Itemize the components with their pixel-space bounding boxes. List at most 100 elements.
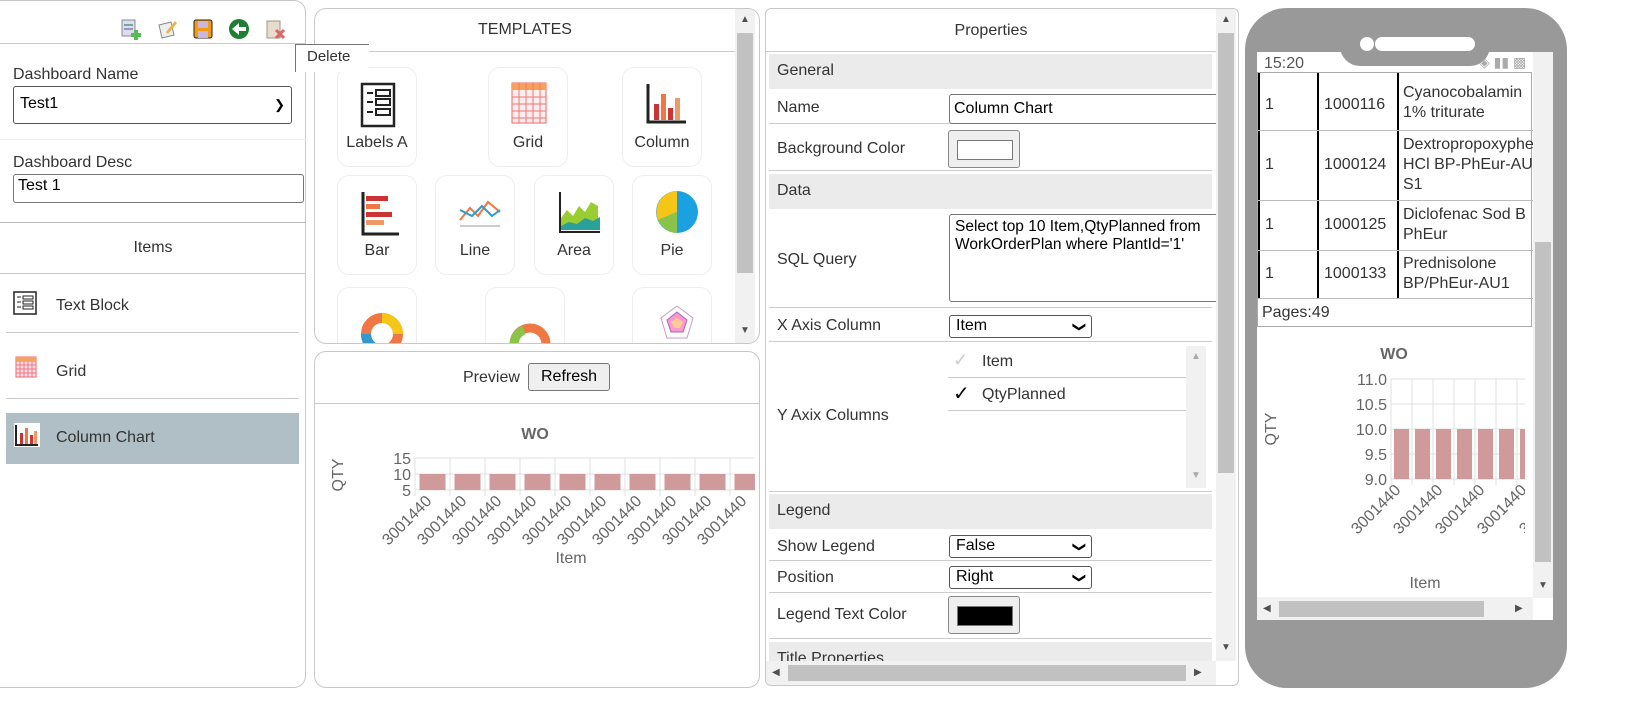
bar — [1436, 429, 1451, 479]
templates-scrollbar[interactable]: ▲ ▼ — [735, 9, 755, 343]
properties-hscrollbar[interactable]: ◀ ▶ — [766, 661, 1216, 685]
y-tick-label: 15 — [393, 451, 411, 468]
x-axis-select[interactable]: Item ❯ — [949, 315, 1092, 338]
phone-chart: WO11.010.510.09.59.030014403001440300144… — [1263, 346, 1525, 592]
grid-icon — [15, 356, 37, 378]
template-radar[interactable] — [632, 287, 712, 343]
bar — [1520, 429, 1525, 479]
y-tick-label: 10 — [393, 467, 411, 484]
dashboard-desc-input[interactable]: Test 1 — [13, 174, 304, 203]
y-tick-label: 9.0 — [1365, 472, 1387, 489]
dashboard-name-select[interactable]: Test1 ❯ — [13, 86, 292, 124]
bar — [1394, 429, 1409, 479]
phone-speaker — [1375, 37, 1475, 51]
bar — [419, 474, 446, 490]
bar — [594, 474, 621, 490]
y-tick-label: 10.5 — [1356, 397, 1387, 414]
grid-row: 1 1000133 Prednisolone BP/PhEur-AU1 — [1258, 251, 1533, 299]
legend-text-color-picker[interactable] — [948, 596, 1020, 634]
y-option-item[interactable]: ✓ Item — [948, 346, 1188, 378]
dashboard-desc-label: Dashboard Desc — [13, 154, 133, 171]
chart-title: WO — [521, 426, 549, 443]
bar — [734, 474, 755, 490]
section-data: Data — [769, 174, 1212, 209]
template-line[interactable]: Line — [435, 175, 515, 275]
preview-chart: WO15105300144030014403001440300144030014… — [330, 426, 755, 567]
x-axis-label: Item — [1409, 575, 1440, 592]
chevron-down-icon: ❯ — [1072, 321, 1088, 333]
properties-vscrollbar[interactable]: ▲ ▼ — [1216, 9, 1236, 661]
column-chart-icon — [646, 84, 686, 124]
phone-hscrollbar[interactable]: ◀ ▶ — [1257, 597, 1533, 620]
y-tick-label: 10.0 — [1356, 422, 1387, 439]
dashboard-name-label: Dashboard Name — [13, 66, 139, 83]
bar — [559, 474, 586, 490]
template-bar[interactable]: Bar — [337, 175, 417, 275]
bar — [664, 474, 691, 490]
show-legend-select[interactable]: False ❯ — [949, 535, 1092, 558]
edit-icon[interactable] — [156, 18, 178, 40]
labels-icon — [360, 82, 396, 128]
template-labels-a[interactable]: Labels A — [337, 67, 417, 167]
chevron-down-icon: ❯ — [1072, 541, 1088, 553]
chevron-down-icon: ❯ — [274, 97, 285, 112]
bar — [1499, 429, 1514, 479]
bar — [524, 474, 551, 490]
template-area[interactable]: Area — [534, 175, 614, 275]
item-grid[interactable]: Grid — [6, 346, 299, 396]
template-pie[interactable]: Pie — [632, 175, 712, 275]
bar — [1478, 429, 1493, 479]
template-donut[interactable] — [337, 287, 417, 343]
grid-row: 1 1000124 Dextropropoxyphe HCl BP-PhEur-AU… — [1258, 131, 1534, 201]
item-column-chart[interactable]: Column Chart — [6, 413, 299, 464]
legend-position-select[interactable]: Right ❯ — [949, 566, 1092, 589]
properties-panel: Properties General Name Column Chart Bac… — [765, 8, 1239, 686]
bar — [1415, 429, 1430, 479]
items-title: Items — [133, 239, 173, 256]
sql-query-textarea[interactable]: Select top 10 Item,QtyPlanned from WorkO… — [949, 214, 1229, 302]
delete-icon[interactable] — [264, 18, 286, 40]
y-axis-label: QTY — [1263, 412, 1280, 445]
template-column[interactable]: Column — [622, 67, 702, 167]
phone-grid: 1 1000116 Cyanocobalamin 1% triturate 1 100… — [1257, 72, 1534, 327]
item-label: Grid — [56, 363, 87, 380]
bar — [454, 474, 481, 490]
properties-title: Properties — [954, 22, 1028, 39]
color-swatch — [957, 140, 1013, 160]
grid-row: 1 1000116 Cyanocobalamin 1% triturate — [1258, 81, 1533, 131]
pages-count: Pages:49 — [1262, 304, 1330, 321]
y-columns-scrollbar[interactable]: ▲ ▼ — [1186, 346, 1206, 488]
y-option-qtyplanned[interactable]: ✓ QtyPlanned — [948, 379, 1188, 411]
column-chart-icon — [14, 423, 40, 447]
line-chart-icon — [459, 200, 501, 227]
bar — [489, 474, 516, 490]
text-block-icon — [13, 291, 37, 315]
background-color-picker[interactable] — [948, 130, 1020, 168]
y-tick-label: 11.0 — [1357, 372, 1387, 389]
back-icon[interactable] — [228, 18, 250, 40]
refresh-button[interactable]: Refresh — [528, 363, 610, 391]
templates-title: TEMPLATES — [478, 21, 572, 38]
template-grid[interactable]: Grid — [488, 67, 568, 167]
y-axis-columns-list: ✓ Item ✓ QtyPlanned ▲ ▼ — [948, 346, 1206, 491]
grid-icon — [511, 82, 547, 124]
template-gauge[interactable] — [485, 287, 565, 343]
bar — [629, 474, 656, 490]
item-label: Text Block — [56, 297, 129, 314]
phone-time: 15:20 — [1264, 55, 1305, 72]
phone-screen: 15:20 ◈ ▮▮ ▩ 1 1000116 Cyanocobalamin 1% t… — [1257, 52, 1553, 620]
phone-vscrollbar[interactable]: ▼ — [1533, 52, 1553, 598]
save-icon[interactable] — [192, 18, 214, 40]
templates-panel: TEMPLATES Labels A Grid Column Bar Line … — [314, 8, 760, 344]
bar-chart-icon — [361, 192, 399, 236]
donut-chart-icon — [361, 313, 403, 343]
y-tick-label: 5 — [402, 483, 411, 500]
area-chart-icon — [559, 192, 600, 233]
pie-chart-icon — [656, 191, 698, 233]
item-text-block[interactable]: Text Block — [6, 281, 299, 331]
name-input[interactable]: Column Chart — [949, 94, 1229, 124]
color-swatch — [957, 606, 1013, 626]
add-dashboard-icon[interactable] — [120, 18, 142, 40]
grid-row: 1 1000125 Diclofenac Sod B PhEur — [1258, 201, 1533, 251]
check-icon: ✓ — [953, 383, 970, 405]
